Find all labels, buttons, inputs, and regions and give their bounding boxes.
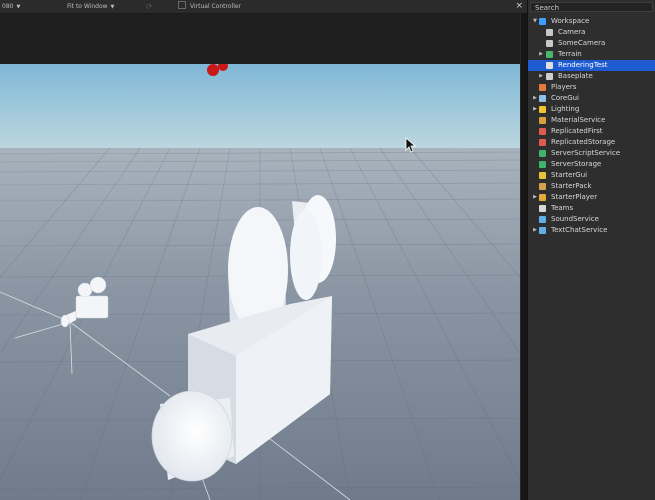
chevron-down-icon: ▼ <box>16 4 21 10</box>
tree-item-label: ServerScriptService <box>551 149 621 157</box>
starter-pack-icon <box>539 183 546 190</box>
expand-arrow-icon[interactable]: ▶ <box>532 225 538 236</box>
sound-service-icon <box>539 216 546 223</box>
workspace-icon <box>539 18 546 25</box>
explorer-tree: ▼ Workspace Camera SomeCamera ▶ Terrain Render… <box>528 16 655 236</box>
starter-player-icon <box>539 194 546 201</box>
viewport-scrollbar[interactable] <box>520 14 527 500</box>
terrain-icon <box>546 51 553 58</box>
close-icon[interactable]: × <box>515 0 523 13</box>
tree-item-label: ReplicatedStorage <box>551 138 616 146</box>
tree-item[interactable]: ▼ Workspace <box>528 16 655 27</box>
tree-item[interactable]: MaterialService <box>528 115 655 126</box>
tree-item-label: Teams <box>551 204 574 212</box>
camera-icon <box>546 29 553 36</box>
tree-item[interactable]: Teams <box>528 203 655 214</box>
tree-item[interactable]: RenderingTest <box>528 60 655 71</box>
text-chat-service-icon <box>539 227 546 234</box>
tree-item-label: Terrain <box>558 50 582 58</box>
teams-icon <box>539 205 546 212</box>
tree-item-label: Lighting <box>551 105 580 113</box>
tree-item[interactable]: StarterPack <box>528 181 655 192</box>
camera-icon <box>546 40 553 47</box>
tree-item[interactable]: ▶ Lighting <box>528 104 655 115</box>
tree-item[interactable]: ▶ Terrain <box>528 49 655 60</box>
tree-item[interactable]: Players <box>528 82 655 93</box>
tree-item-label: StarterPlayer <box>551 193 598 201</box>
tree-item-label: SoundService <box>551 215 599 223</box>
tree-item[interactable]: SomeCamera <box>528 38 655 49</box>
expand-arrow-icon[interactable]: ▶ <box>532 192 538 203</box>
gui-icon <box>539 95 546 102</box>
resolution-selector[interactable]: 080 ▼ <box>2 0 20 14</box>
tree-item[interactable]: SoundService <box>528 214 655 225</box>
starter-gui-icon <box>539 172 546 179</box>
view-mode-label: Fit to Window <box>67 3 108 10</box>
tree-item-label: StarterPack <box>551 182 592 190</box>
tree-item-label: StarterGui <box>551 171 588 179</box>
server-storage-icon <box>539 161 546 168</box>
collapse-arrow-icon[interactable]: ▼ <box>532 16 538 27</box>
tree-item-label: MaterialService <box>551 116 606 124</box>
tree-item-label: ReplicatedFirst <box>551 127 603 135</box>
model-icon <box>546 62 553 69</box>
tree-item[interactable]: ServerScriptService <box>528 148 655 159</box>
tree-item[interactable]: StarterGui <box>528 170 655 181</box>
tree-item-label: CoreGui <box>551 94 580 102</box>
viewport-panel[interactable]: 080 ▼ Fit to Window ▼ ⟳ Virtual Controller… <box>0 0 527 500</box>
tree-item-label: SomeCamera <box>558 39 606 47</box>
tree-item-label: Camera <box>558 28 586 36</box>
expand-arrow-icon[interactable]: ▶ <box>532 104 538 115</box>
part-icon <box>546 73 553 80</box>
view-mode-dropdown[interactable]: Fit to Window ▼ <box>67 0 114 14</box>
replicated-first-icon <box>539 128 546 135</box>
virtual-controller-toggle[interactable]: Virtual Controller <box>178 0 241 13</box>
expand-arrow-icon[interactable]: ▶ <box>532 93 538 104</box>
rotate-icon[interactable]: ⟳ <box>146 0 153 13</box>
tree-item[interactable]: ▶ StarterPlayer <box>528 192 655 203</box>
tree-item[interactable]: ▶ TextChatService <box>528 225 655 236</box>
explorer-search-input[interactable]: Search <box>530 2 653 12</box>
expand-arrow-icon[interactable]: ▶ <box>538 71 544 82</box>
players-icon <box>539 84 546 91</box>
tree-item[interactable]: ReplicatedStorage <box>528 137 655 148</box>
virtual-controller-label: Virtual Controller <box>190 3 242 10</box>
material-service-icon <box>539 117 546 124</box>
checkbox-icon <box>178 1 186 9</box>
tree-item[interactable]: ReplicatedFirst <box>528 126 655 137</box>
tree-item[interactable]: ServerStorage <box>528 159 655 170</box>
lighting-icon <box>539 106 546 113</box>
tree-item[interactable]: Camera <box>528 27 655 38</box>
viewport-letterbox <box>0 14 527 64</box>
tree-item-label: TextChatService <box>551 226 608 234</box>
server-script-service-icon <box>539 150 546 157</box>
replicated-storage-icon <box>539 139 546 146</box>
chevron-down-icon: ▼ <box>110 4 115 10</box>
expand-arrow-icon[interactable]: ▶ <box>538 49 544 60</box>
sky <box>0 64 520 148</box>
resolution-label: 080 <box>2 3 14 10</box>
3d-scene[interactable] <box>0 64 520 500</box>
tree-item-label: Baseplate <box>558 72 593 80</box>
tree-item[interactable]: ▶ Baseplate <box>528 71 655 82</box>
tree-item-label: RenderingTest <box>558 61 608 69</box>
tree-item[interactable]: ▶ CoreGui <box>528 93 655 104</box>
tree-item-label: Workspace <box>551 17 590 25</box>
tree-item-label: ServerStorage <box>551 160 602 168</box>
viewport-toolbar: 080 ▼ Fit to Window ▼ ⟳ Virtual Controller… <box>0 0 527 14</box>
tree-item-label: Players <box>551 83 577 91</box>
explorer-panel: Search ▼ Workspace Camera SomeCamera ▶ Terrai… <box>527 0 655 500</box>
